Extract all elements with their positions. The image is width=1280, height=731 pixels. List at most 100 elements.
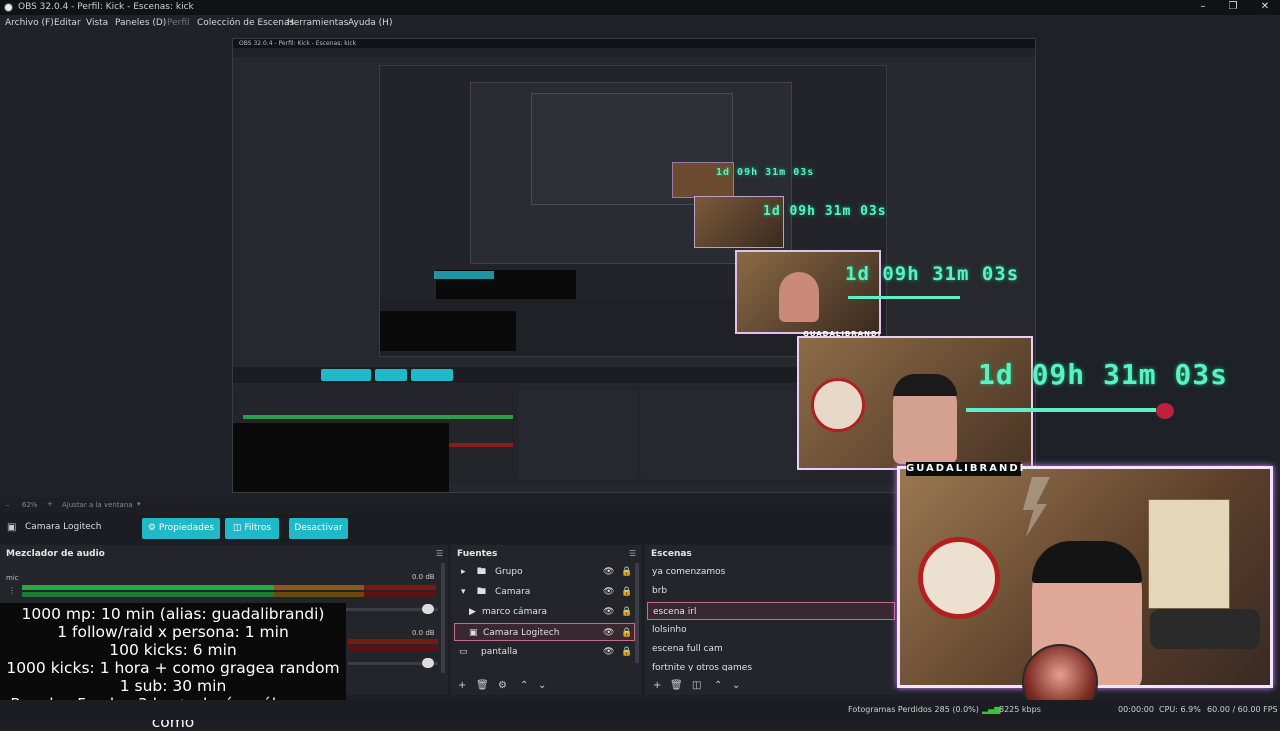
sources-scrollbar[interactable] [635,563,639,663]
source-name: Camara Logitech [25,522,102,532]
platform-sticker-icon [811,378,865,432]
time-counter: 00:00:00 [1118,705,1154,714]
meter-red-1 [364,585,436,590]
add-source-button[interactable]: + [458,680,466,691]
filter-icon[interactable]: ◫ [692,680,701,691]
scene-item[interactable]: brb [652,582,892,600]
progress-bar-l [966,408,1156,412]
source-item-pantalla[interactable]: ▭ pantalla 👁 🔒 [457,643,635,661]
maximize-button[interactable]: ❐ [1223,1,1243,14]
move-down-button[interactable]: ⌄ [732,680,740,691]
source-label: Camara Logitech [483,628,560,638]
menu-archivo[interactable]: Archivo (F) [5,18,54,28]
filters-button[interactable]: ◫ Filtros [225,518,279,539]
camera-icon: ▣ [469,628,478,638]
properties-label: Propiedades [158,523,215,533]
scenes-title: Escenas [651,549,692,559]
meter-red-2 [364,592,436,597]
eye-icon[interactable]: 👁 [603,603,614,621]
deactivate-button[interactable]: Desactivar [289,518,348,539]
menu-vista[interactable]: Vista [86,18,108,28]
title-bar: OBS 32.0.4 - Perfil: Kick - Escenas: kic… [0,0,1280,15]
folder-icon: 🖿 [477,567,487,577]
scene-item[interactable]: ya comenzamos [652,563,892,581]
scene-item[interactable]: escena full cam [652,640,892,658]
add-scene-button[interactable]: + [653,680,661,691]
timer-xs: 1d 09h 31m 03s [716,167,815,178]
move-down-button[interactable]: ⌄ [538,680,546,691]
timer-l: 1d 09h 31m 03s [978,358,1229,391]
bitrate: 8225 kbps [999,705,1041,714]
source-item-camara[interactable]: ▾ 🖿 Camara 👁 🔒 [457,583,635,601]
lock-icon[interactable]: 🔒 [621,643,632,661]
menu-perfil[interactable]: Perfil [167,18,190,28]
source-label: marco cámara [482,607,548,617]
source-label: Camara [495,587,531,597]
lock-icon[interactable]: 🔒 [621,583,632,601]
menu-ayuda[interactable]: Ayuda (H) [348,18,392,28]
volume-slider-handle-2[interactable] [422,658,434,668]
goal-line-1: 1000 mp: 10 min (alias: guadalibrandi) [21,605,325,623]
kebab-menu-icon[interactable]: ⋮ [8,586,16,595]
scene-item-selected[interactable]: escena irl [647,602,895,620]
chevron-down-icon[interactable]: ▾ [137,500,141,508]
nested-title-bar: OBS 32.0.4 - Perfil: Kick - Escenas: kic… [233,39,1035,48]
zoom-minus-button[interactable]: – [6,501,10,509]
mixer-scrollbar[interactable] [441,563,445,673]
menu-herramientas[interactable]: Herramientas [287,18,348,28]
properties-button[interactable]: ⚙ Propiedades [142,518,220,539]
eye-icon[interactable]: 👁 [603,624,614,642]
menu-editar[interactable]: Editar [54,18,81,28]
timer-s: 1d 09h 31m 03s [763,204,887,219]
minimize-button[interactable]: – [1193,1,1213,14]
move-up-button[interactable]: ⌃ [520,680,528,691]
sources-dock: Fuentes ☰ ▸ 🖿 Grupo 👁 🔒 ▾ 🖿 Camara 👁 🔒 ▶… [451,545,641,695]
timer-m: 1d 09h 31m 03s [845,263,1020,285]
goal-line-5: 1 sub: 30 min [119,677,227,695]
meter-red-4 [348,646,438,651]
lock-icon[interactable]: 🔒 [621,624,632,642]
zoom-plus-button[interactable]: + [47,500,53,508]
source-item-camara-logitech[interactable]: ▣ Camara Logitech 👁 🔒 [454,623,635,641]
trash-icon[interactable]: 🗑 [670,680,683,691]
source-item-grupo[interactable]: ▸ 🖿 Grupo 👁 🔒 [457,563,635,581]
zoom-fit-select[interactable]: Ajustar a la ventana [62,501,133,509]
mixer-title: Mezclador de audio [6,549,105,559]
obs-logo-icon [4,3,13,12]
source-label: pantalla [481,647,518,657]
filters-label: Filtros [244,523,272,533]
scene-item[interactable]: fortnite y otros games [652,659,892,671]
bandana [893,374,957,396]
nested-button-strip [434,271,494,279]
eye-icon[interactable]: 👁 [603,643,614,661]
cpu-usage: CPU: 6.9% [1159,705,1201,714]
chevron-down-icon[interactable]: ▾ [461,583,466,601]
progress-bar-m [848,296,960,299]
nested-goals-big [233,423,449,492]
dock-menu-icon[interactable]: ☰ [629,549,636,558]
scene-item[interactable]: lolsinho [652,621,892,639]
trash-icon[interactable]: 🗑 [476,680,489,691]
username-label-s: GUADALIBRANDI [803,330,882,338]
dock-menu-icon[interactable]: ☰ [436,549,443,558]
menu-coleccion-escenas[interactable]: Colección de Escenas [197,18,294,28]
eye-icon[interactable]: 👁 [603,583,614,601]
lock-icon[interactable]: 🔒 [621,563,632,581]
folder-icon: 🖿 [477,587,487,597]
chevron-right-icon[interactable]: ▸ [461,563,466,581]
source-label: Grupo [495,567,523,577]
menu-paneles[interactable]: Paneles (D) [115,18,166,28]
gear-icon[interactable]: ⚙ [498,680,507,691]
close-button[interactable]: ✕ [1255,1,1275,14]
zoom-percent: 62% [22,501,38,509]
move-up-button[interactable]: ⌃ [714,680,722,691]
volume-slider-handle[interactable] [422,604,434,614]
goal-line-3: 100 kicks: 6 min [109,641,237,659]
source-toolbar: ▣ Camara Logitech ⚙ Propiedades ◫ Filtro… [0,514,895,542]
lock-icon[interactable]: 🔒 [621,603,632,621]
eye-icon[interactable]: 👁 [603,563,614,581]
lightning-icon [1023,477,1050,537]
source-item-marco-camara[interactable]: ▶ marco cámara 👁 🔒 [457,603,635,621]
status-bar: Fotogramas Perdidos 285 (0.0%) ▂▄▆ 8225 … [0,700,1280,720]
meter-green-2 [22,592,274,597]
